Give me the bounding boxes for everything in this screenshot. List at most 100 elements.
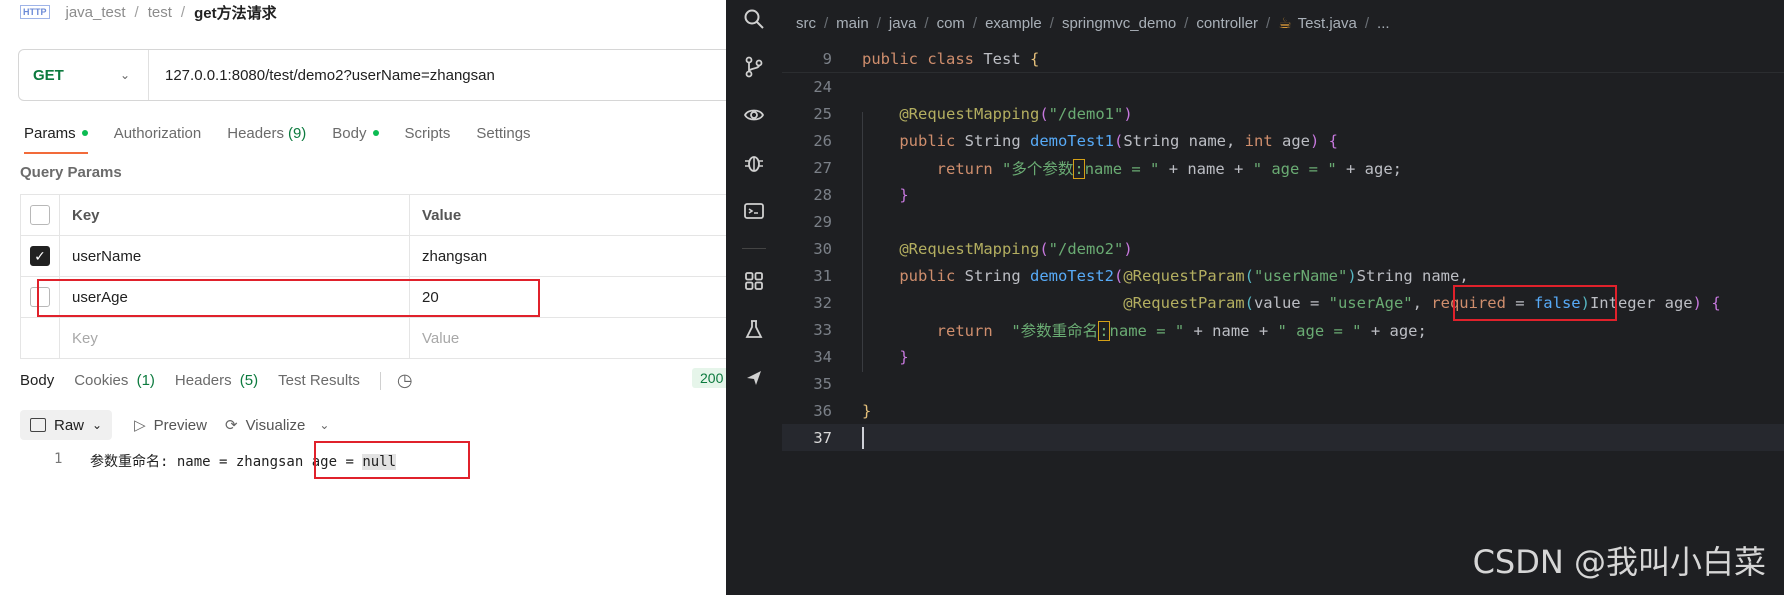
code-line[interactable]: 30 @RequestMapping("/demo2") (782, 235, 1784, 262)
new-value-input[interactable]: Value (410, 318, 726, 358)
code-text: @RequestMapping("/demo1") (899, 104, 1133, 123)
url-bar: GET ⌄ 127.0.0.1:8080/test/demo2?userName… (18, 49, 726, 101)
code-line[interactable]: 31 public String demoTest2(@RequestParam… (782, 262, 1784, 289)
breadcrumb-collection[interactable]: java_test (66, 4, 126, 21)
code-text: public String demoTest1(String name, int… (899, 131, 1339, 150)
table-header-row: Key Value (20, 195, 726, 236)
method-select[interactable]: GET ⌄ (19, 50, 149, 100)
param-value[interactable]: zhangsan (410, 236, 726, 276)
params-dot (81, 130, 88, 136)
text-caret (862, 427, 864, 449)
tab-response-body[interactable]: Body (20, 372, 54, 389)
breadcrumb-more[interactable]: ... (1377, 15, 1390, 32)
raw-icon (30, 418, 46, 432)
code-line[interactable]: 28 } (782, 181, 1784, 208)
visualize-button[interactable]: ⟳ Visualize ⌄ (224, 416, 330, 435)
eye-icon[interactable] (726, 104, 782, 132)
breadcrumb-segment[interactable]: springmvc_demo (1062, 15, 1176, 32)
search-icon[interactable] (726, 8, 782, 36)
highlight-box-required (1453, 285, 1617, 321)
code-text: public class Test { (862, 50, 1040, 68)
chevron-down-icon: ⌄ (119, 68, 130, 82)
response-toolbar: Raw ⌄ ▷ Preview ⟳ Visualize ⌄ (20, 410, 347, 440)
code-text: } (899, 185, 909, 204)
http-icon: HTTP (20, 5, 50, 19)
chevron-down-icon: ⌄ (319, 418, 330, 432)
preview-button[interactable]: ▷ Preview (134, 416, 207, 435)
tab-response-headers[interactable]: Headers (5) (175, 372, 258, 389)
table-row-empty: Key Value (20, 318, 726, 359)
git-branch-icon[interactable] (726, 56, 782, 84)
tab-headers[interactable]: Headers (9) (227, 121, 306, 145)
request-breadcrumb: HTTP java_test / test / get方法请求 (20, 0, 277, 24)
tab-test-results[interactable]: Test Results (278, 372, 360, 389)
tab-params[interactable]: Params (24, 121, 88, 154)
flask-icon[interactable] (726, 318, 782, 346)
terminal-icon[interactable] (726, 200, 782, 228)
visualize-icon: ⟳ (224, 417, 238, 434)
code-text: return "参数重命名:name = " + name + " age = … (936, 320, 1427, 341)
code-line[interactable]: 24 (782, 73, 1784, 100)
code-line[interactable]: 34 } (782, 343, 1784, 370)
breadcrumb-segment[interactable]: com (937, 15, 965, 32)
method-label: GET (33, 66, 64, 84)
response-tabs: Body Cookies (1) Headers (5) Test Result… (20, 370, 413, 391)
param-checkbox-checked[interactable]: ✓ (30, 246, 50, 266)
java-file-icon: ☕ (1278, 15, 1292, 32)
code-line[interactable]: 26 public String demoTest1(String name, … (782, 127, 1784, 154)
code-text: } (899, 347, 909, 366)
debug-icon[interactable] (726, 152, 782, 180)
highlight-box-userage (37, 279, 540, 317)
code-line-current[interactable]: 37 (782, 424, 1784, 451)
request-tabs: Params Authorization Headers (9) Body Scr… (24, 121, 557, 154)
query-params-table: Key Value ✓ userName zhangsan userAge 20… (20, 194, 726, 359)
code-line[interactable]: 35 (782, 370, 1784, 397)
code-line[interactable]: 25 @RequestMapping("/demo1") (782, 100, 1784, 127)
line-number: 1 (54, 451, 63, 467)
tab-scripts[interactable]: Scripts (405, 121, 451, 145)
breadcrumb-segment[interactable]: main (836, 15, 869, 32)
tab-body[interactable]: Body (332, 121, 379, 145)
history-icon[interactable]: ◷ (397, 370, 413, 391)
preview-icon: ▷ (134, 417, 146, 434)
breadcrumb-segment[interactable]: example (985, 15, 1042, 32)
column-header-value: Value (422, 206, 462, 224)
tab-cookies[interactable]: Cookies (1) (74, 372, 155, 389)
query-params-title: Query Params (20, 164, 122, 181)
code-text: @RequestMapping("/demo2") (899, 239, 1133, 258)
breadcrumb-segment[interactable]: src (796, 15, 816, 32)
new-key-input[interactable]: Key (60, 318, 410, 358)
body-dot (372, 130, 379, 136)
table-row: ✓ userName zhangsan (20, 236, 726, 277)
code-line[interactable]: 33 return "参数重命名:name = " + name + " age… (782, 316, 1784, 343)
param-key[interactable]: userName (60, 236, 410, 276)
breadcrumb-segment[interactable]: controller (1196, 15, 1258, 32)
code-line[interactable]: 32 @RequestParam(value = "userAge", requ… (782, 289, 1784, 316)
request-title[interactable]: get方法请求 (194, 2, 277, 23)
highlight-box-response (314, 441, 470, 479)
select-all-checkbox[interactable] (30, 205, 50, 225)
breadcrumb-file[interactable]: Test.java (1298, 15, 1357, 32)
url-input[interactable]: 127.0.0.1:8080/test/demo2?userName=zhang… (149, 67, 495, 84)
api-client-pane: HTTP java_test / test / get方法请求 GET ⌄ 12… (0, 0, 726, 595)
code-text: public String demoTest2(@RequestParam("u… (899, 266, 1469, 285)
code-text: return "多个参数:name = " + name + " age = "… (936, 158, 1403, 179)
raw-format-button[interactable]: Raw ⌄ (20, 410, 113, 440)
code-line[interactable]: 27 return "多个参数:name = " + name + " age … (782, 154, 1784, 181)
code-line[interactable]: 29 (782, 208, 1784, 235)
breadcrumb-segment[interactable]: java (889, 15, 917, 32)
editor-breadcrumb: src / main / java / com / example / springmvc… (796, 14, 1390, 33)
code-editor: src / main / java / com / example / springmvc… (782, 0, 1784, 595)
tab-authorization[interactable]: Authorization (114, 121, 202, 145)
chevron-down-icon: ⌄ (92, 418, 103, 432)
watermark: CSDN @我叫小白菜 (1472, 543, 1766, 581)
code-line[interactable]: 9 public class Test { (782, 46, 1784, 73)
send-icon[interactable] (726, 366, 782, 394)
tab-settings[interactable]: Settings (476, 121, 530, 145)
code-text: } (862, 401, 872, 420)
column-header-key: Key (60, 195, 410, 235)
status-badge: 200 (692, 368, 726, 388)
extensions-icon[interactable] (726, 270, 782, 298)
code-line[interactable]: 36 } (782, 397, 1784, 424)
breadcrumb-folder[interactable]: test (148, 4, 172, 21)
